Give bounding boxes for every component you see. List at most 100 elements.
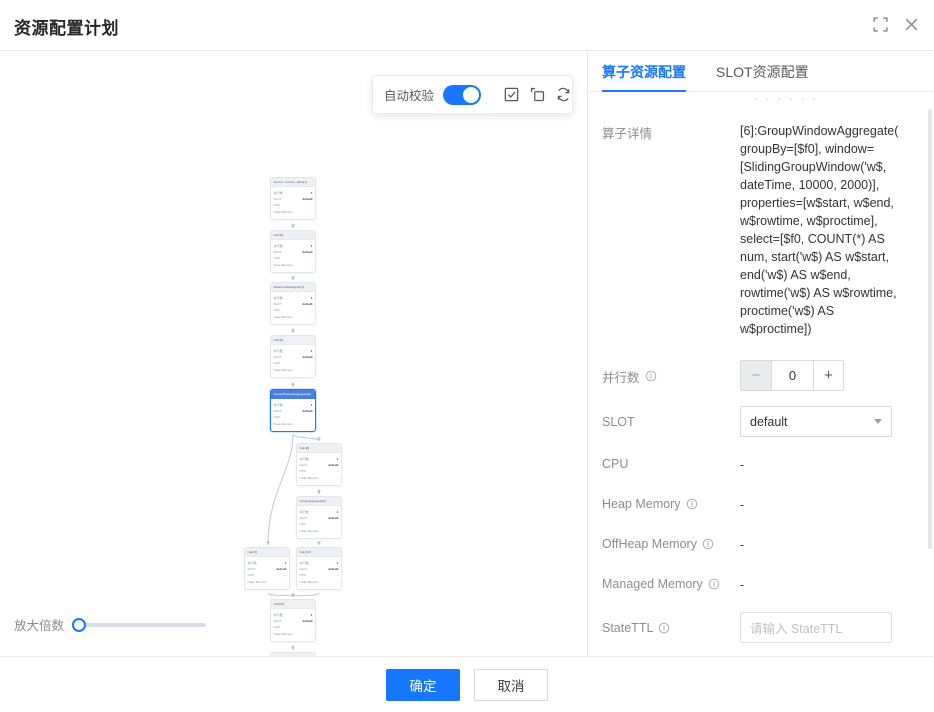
slot-select[interactable]: default xyxy=(740,406,892,437)
graph-node-row-value: - xyxy=(337,579,339,584)
parallelism-decrement-button[interactable]: − xyxy=(741,361,771,390)
graph-node-row: Heap Memory - xyxy=(274,209,313,215)
graph-node-title: Source: custom_table[1] xyxy=(271,178,315,187)
graph-node-row-label: Heap Memory xyxy=(299,528,319,533)
graph-node-row: Heap Memory - xyxy=(300,528,339,534)
graph-node[interactable]: Calc[10] 并行数 1 SLOT default CPU - Heap Memory - xyxy=(296,547,342,590)
graph-node-body: 并行数 1 SLOT default CPU - Heap Memory - xyxy=(271,609,315,641)
zoom-slider[interactable] xyxy=(72,617,207,633)
graph-node[interactable]: GroupAggregate[9] 并行数 1 SLOT default CPU - Heap… xyxy=(296,496,342,539)
operator-detail-value: [6]:GroupWindowAggregate(groupBy=[$f0], … xyxy=(740,124,899,336)
graph-node-body: 并行数 1 SLOT default CPU - Heap Memory - xyxy=(245,557,289,589)
graph-node[interactable]: GroupWindowAggregate[6] 并行数 1 SLOT default CP… xyxy=(270,389,316,432)
refresh-icon[interactable] xyxy=(555,86,572,103)
graph-node-row-label: Heap Memory xyxy=(273,367,293,372)
graph-node-row-value: - xyxy=(337,475,339,480)
panel-content: · · · · · · 算子详情 [6]:GroupWindowAggregat… xyxy=(588,92,934,656)
panel-scrollbar[interactable] xyxy=(928,109,932,549)
label-text: 并行数 xyxy=(602,370,640,385)
auto-validate-toggle[interactable] xyxy=(443,84,482,105)
header-actions xyxy=(872,16,920,33)
graph-node-body: 并行数 1 SLOT default CPU - Heap Memory - xyxy=(297,557,341,589)
offheap-memory-label: OffHeap Memory xyxy=(602,536,740,551)
graph-node[interactable]: Join[11] 并行数 1 SLOT default CPU - Heap Memory - xyxy=(270,599,316,642)
field-operator-detail: 算子详情 [6]:GroupWindowAggregate(groupBy=[$… xyxy=(602,122,920,338)
graph-node-row-label: Heap Memory xyxy=(247,579,267,584)
info-icon[interactable] xyxy=(658,622,670,634)
info-icon[interactable] xyxy=(645,370,657,382)
chevron-down-icon xyxy=(874,419,882,424)
graph-node-row: Heap Memory - xyxy=(274,421,313,427)
dialog-header: 资源配置计划 xyxy=(0,0,934,51)
label-text: Managed Memory xyxy=(602,577,703,591)
field-slot: SLOT default xyxy=(602,406,920,437)
info-icon[interactable] xyxy=(702,538,714,550)
statettl-input[interactable]: 请输入 StateTTL xyxy=(740,612,892,643)
check-square-icon[interactable] xyxy=(503,86,520,103)
field-heap-memory: Heap Memory - xyxy=(602,496,920,514)
cpu-label: CPU xyxy=(602,456,740,471)
graph-node-row: Heap Memory - xyxy=(274,314,313,320)
config-panel: 算子资源配置 SLOT资源配置 · · · · · · 算子详情 [6]:Gro… xyxy=(588,51,934,656)
graph-node-title: Calc[10] xyxy=(297,548,341,557)
info-icon[interactable] xyxy=(708,578,720,590)
graph-node-row-label: Heap Memory xyxy=(273,262,293,267)
zoom-label: 放大倍数 xyxy=(14,619,65,633)
graph-canvas[interactable]: Source: custom_table[1] 并行数 1 SLOT default CP… xyxy=(0,51,587,656)
graph-toolbar: 自动校验 xyxy=(372,75,573,114)
label-text: Heap Memory xyxy=(602,497,681,511)
slider-handle[interactable] xyxy=(72,617,87,632)
resource-config-dialog: 资源配置计划 Source: custom_table[1] 并行数 1 SLO… xyxy=(0,0,934,712)
panel-tabs: 算子资源配置 SLOT资源配置 xyxy=(588,51,934,92)
graph-node-body: 并行数 1 SLOT default CPU - Heap Memory - xyxy=(271,240,315,272)
info-icon[interactable] xyxy=(686,498,698,510)
graph-node[interactable]: Source: custom_table[1] 并行数 1 SLOT default CP… xyxy=(270,177,316,220)
graph-node[interactable]: Calc[2] 并行数 1 SLOT default CPU - Heap Memory - xyxy=(270,230,316,273)
graph-node-row-value: - xyxy=(311,209,313,214)
label-text: CPU xyxy=(602,457,629,471)
zoom-control: 放大倍数 xyxy=(14,615,207,634)
field-statettl: StateTTL 请输入 StateTTL xyxy=(602,612,920,643)
parallelism-label: 并行数 xyxy=(602,366,740,386)
graph-node-row: Heap Memory - xyxy=(248,579,287,585)
tab-slot-resource[interactable]: SLOT资源配置 xyxy=(716,51,809,91)
graph-node-row-value: - xyxy=(311,367,313,372)
close-icon[interactable] xyxy=(903,16,920,33)
graph-node[interactable]: Calc[7] 并行数 1 SLOT default CPU - Heap Memory - xyxy=(244,547,290,590)
parallelism-increment-button[interactable]: + xyxy=(813,361,843,390)
tab-operator-resource[interactable]: 算子资源配置 xyxy=(602,51,686,92)
fullscreen-icon[interactable] xyxy=(872,16,889,33)
slot-label: SLOT xyxy=(602,414,740,429)
graph-node[interactable]: WatermarkAssigner[3] 并行数 1 SLOT default CPU - H… xyxy=(270,282,316,325)
auto-validate-label: 自动校验 xyxy=(384,89,435,103)
graph-node-body: 并行数 1 SLOT default CPU - Heap Memory - xyxy=(297,453,341,485)
fit-screen-icon[interactable] xyxy=(529,86,546,103)
graph-node[interactable]: Calc[4] 并行数 1 SLOT default CPU - Heap Memory - xyxy=(270,335,316,378)
graph-node-body: 并行数 1 SLOT default CPU - Heap Memory - xyxy=(271,292,315,324)
cancel-button[interactable]: 取消 xyxy=(474,668,548,701)
graph-node-row: Heap Memory - xyxy=(274,262,313,268)
graph-node-row: Heap Memory - xyxy=(274,631,313,637)
page-title: 资源配置计划 xyxy=(14,19,119,38)
graph-node-title: Join[11] xyxy=(271,600,315,609)
parallelism-input[interactable]: 0 xyxy=(771,361,813,390)
graph-node-row-label: Heap Memory xyxy=(273,421,293,426)
label-text: SLOT xyxy=(602,415,635,429)
graph-node-body: 并行数 1 SLOT default CPU - Heap Memory - xyxy=(297,506,341,538)
parallelism-stepper[interactable]: − 0 + xyxy=(740,360,844,391)
field-cpu: CPU - xyxy=(602,456,920,474)
slot-select-value: default xyxy=(750,414,788,429)
graph-node-title: Calc[8] xyxy=(297,444,341,453)
field-managed-memory: Managed Memory - xyxy=(602,576,920,594)
graph-node[interactable]: Calc[8] 并行数 1 SLOT default CPU - Heap Memory - xyxy=(296,443,342,486)
graph-node-body: 并行数 1 SLOT default CPU - Heap Memory - xyxy=(271,187,315,219)
graph-node-row-label: Heap Memory xyxy=(299,475,319,480)
label-text: OffHeap Memory xyxy=(602,537,697,551)
graph-node-body: 并行数 1 SLOT default CPU - Heap Memory - xyxy=(271,399,315,431)
confirm-button[interactable]: 确定 xyxy=(386,668,460,701)
graph-node-title: Calc[4] xyxy=(271,336,315,345)
graph-node-row: Heap Memory - xyxy=(300,475,339,481)
statettl-label: StateTTL xyxy=(602,620,740,635)
heap-memory-value: - xyxy=(740,498,745,512)
graph-node-row: Heap Memory - xyxy=(274,367,313,373)
